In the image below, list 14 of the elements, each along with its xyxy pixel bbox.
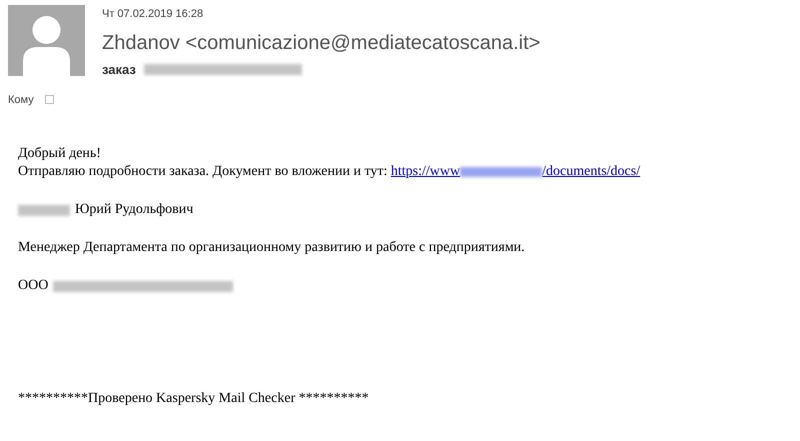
intro-text: Отправляю подробности заказа. Документ во вложении и тут:	[18, 164, 388, 179]
sender-text: Zhdanov <comunicazione@mediatecatoscana.it>	[102, 31, 540, 55]
signature-name: Юрий Рудольфович	[75, 201, 194, 219]
avatar-icon	[8, 5, 85, 76]
signature-role: Менеджер Департамента по организационному развитию и работе с предприятиями.	[18, 239, 526, 257]
company-prefix: ООО	[18, 277, 48, 295]
date-text: Чт 07.02.2019 16:28	[102, 7, 204, 21]
subject-text: заказ	[102, 61, 136, 79]
to-label: Кому	[8, 92, 34, 108]
recipient-checkbox[interactable]	[44, 95, 54, 104]
documents-link[interactable]: https://www /documents/docs/	[390, 164, 640, 179]
antivirus-footer: **********Проверено Kaspersky Mail Checker **********	[18, 390, 800, 408]
greeting-text: Добрый день!	[18, 145, 102, 163]
redacted-text	[18, 204, 70, 216]
